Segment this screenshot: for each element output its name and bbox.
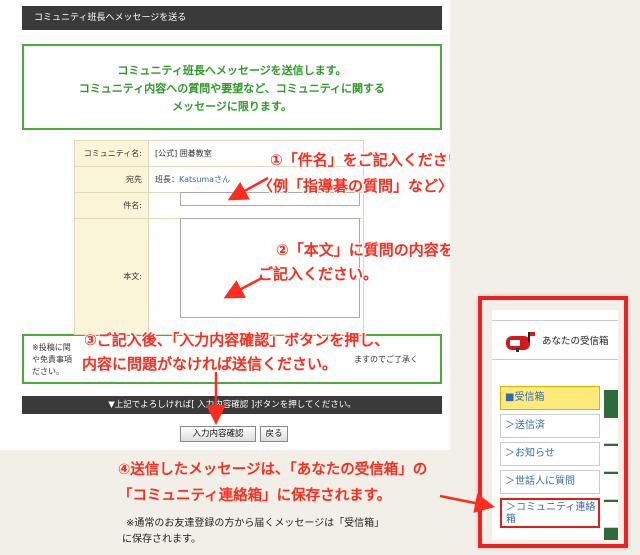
confirm-instruction-bar: ▼上記でよろしければ[ 入力内容確認 ]ボタンを押してください。: [22, 396, 442, 414]
side-strip: [604, 390, 618, 540]
menu-item-notices[interactable]: ＞お知らせ: [500, 442, 600, 466]
back-button[interactable]: 戻る: [260, 426, 288, 442]
inbox-panel: あなたの受信箱 ■受信箱 ＞送信済 ＞お知らせ ＞世話人に質問 ＞コミュニティ連…: [478, 296, 628, 548]
confirm-input-button[interactable]: 入力内容確認: [180, 426, 256, 442]
menu-item-ask-organizer[interactable]: ＞世話人に質問: [500, 470, 600, 494]
inbox-title: あなたの受信箱: [542, 336, 609, 347]
annotation-1: ①「件名」をご記入ください。: [270, 151, 450, 169]
annotation-4-cont: 「コミュニティ連絡箱」に保存されます。: [118, 488, 392, 504]
to-label: 宛先: [74, 166, 149, 193]
annotation-4: ④送信したメッセージは、「あなたの受信箱」の: [118, 462, 428, 478]
annotation-note-cont: に保存されます。: [122, 534, 201, 545]
mailbox-icon: [506, 332, 535, 352]
inbox-header: あなたの受信箱: [492, 320, 618, 360]
page-title: コミュニティ班長へメッセージを送る: [22, 6, 442, 30]
subject-label: 件名:: [74, 192, 149, 219]
annotation-3: ③ご記入後、「入力内容確認」ボタンを押し、: [84, 331, 390, 349]
menu-item-community-box[interactable]: ＞コミュニティ連絡箱: [500, 498, 600, 528]
community-label: コミュニティ名:: [74, 140, 149, 167]
inbox-menu: ■受信箱 ＞送信済 ＞お知らせ ＞世話人に質問 ＞コミュニティ連絡箱: [500, 386, 600, 532]
menu-item-sent[interactable]: ＞送信済: [500, 414, 600, 438]
annotation-2: ②「本文」に質問の内容を: [276, 241, 450, 259]
menu-item-inbox[interactable]: ■受信箱: [500, 386, 600, 410]
notice-line: コミュニティ班長へメッセージを送信します。: [117, 64, 347, 77]
annotation-3-cont: 内容に問題がなければ送信ください。: [82, 355, 338, 373]
annotation-1-example: 〈例「指導碁の質問」など〉: [258, 177, 450, 195]
main-area: コミュニティ班長へメッセージを送る コミュニティ班長へメッセージを送信します。 …: [0, 0, 450, 450]
notice-line: メッセージに限ります。: [172, 100, 292, 113]
to-prefix: 班長：: [155, 175, 179, 184]
annotation-2-cont: ご記入ください。: [258, 265, 379, 283]
notice-box: コミュニティ班長へメッセージを送信します。 コミュニティ内容への質問や要望など、…: [22, 44, 442, 130]
body-label: 本文:: [74, 218, 149, 335]
to-name-link[interactable]: Katsumaさん: [179, 175, 230, 184]
annotation-note: ※通常のお友達登録の方から届くメッセージは「受信箱」: [126, 518, 385, 529]
caution-tail: ますのでご了承く: [354, 355, 418, 364]
notice-line: コミュニティ内容への質問や要望など、コミュニティに関する: [78, 82, 386, 95]
